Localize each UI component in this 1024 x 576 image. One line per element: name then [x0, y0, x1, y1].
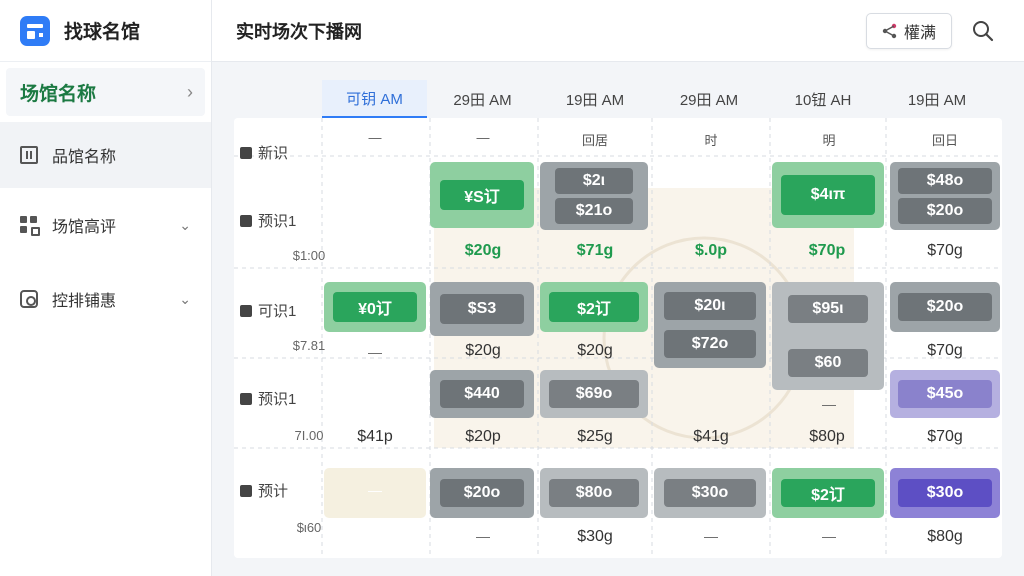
tab-time-slot-1[interactable]: 可钥 AM	[322, 80, 427, 118]
column-subhead: —	[368, 130, 382, 145]
slot-booked[interactable]: $69ο	[540, 370, 648, 418]
row-icon	[240, 484, 252, 497]
schedule-grid: 可钥 AM 29田 AM 19田 AM 29田 AM 10钮 AH 19田 AM	[234, 80, 1002, 558]
slot-booked[interactable]: $20ο	[430, 468, 534, 518]
slot-price: $70p	[808, 242, 846, 259]
empty-slot: —	[822, 528, 836, 544]
slot-price: $80g	[927, 528, 963, 545]
search-icon[interactable]	[972, 20, 994, 42]
empty-slot: —	[476, 528, 490, 544]
slot-booked[interactable]: $20ο	[890, 282, 1000, 332]
sidebar-item-venue-name[interactable]: 场馆名称 ›	[6, 68, 205, 116]
sidebar-item-label: 控排铺惠	[52, 293, 117, 310]
slot-price: $70g	[927, 242, 963, 259]
slot-price: $.0p	[694, 242, 727, 259]
slot-price: $20g	[464, 242, 502, 259]
slot-available[interactable]: $2订	[772, 468, 884, 518]
app-logo-icon	[20, 15, 50, 46]
column-subhead: 回居	[581, 133, 608, 148]
column-subhead: 明	[822, 133, 836, 148]
share-button[interactable]: 權满	[866, 13, 952, 49]
row-icon	[240, 392, 252, 405]
slot-price: $20p	[465, 428, 501, 445]
sidebar-item-label: 品馆名称	[52, 149, 117, 166]
slot-booked[interactable]: $2ι $21ο	[540, 162, 648, 230]
sidebar-item-label: 场馆高评	[52, 219, 117, 236]
slot-booked[interactable]: $48ο $20ο	[890, 162, 1000, 230]
share-button-label: 權满	[903, 25, 936, 42]
tab-time-slot-6[interactable]: 19田 AM	[880, 80, 994, 118]
row-icon	[240, 146, 252, 159]
court-board: — — 回居 时 明 回日 新识 预识1 $1:00 可识1 $7.81 预识1…	[234, 118, 1002, 558]
sidebar-item-promotions[interactable]: 控排铺惠 ⌄	[0, 262, 211, 336]
slot-booked[interactable]: $20ι $72ο	[654, 282, 766, 368]
sidebar-item-label: 场馆名称	[20, 83, 97, 105]
chevron-down-icon: ⌄	[179, 216, 191, 233]
column-headers: 可钥 AM 29田 AM 19田 AM 29田 AM 10钮 AH 19田 AM	[322, 80, 1002, 118]
chevron-down-icon: ⌄	[179, 290, 191, 307]
slot-price: $41p	[357, 428, 393, 445]
slot-price: $30g	[577, 528, 613, 545]
column-subhead: 时	[704, 133, 718, 148]
empty-slot: —	[368, 344, 382, 360]
slot-booked[interactable]: $80ο	[540, 468, 648, 518]
share-icon	[882, 23, 897, 39]
slot-price: $41g	[693, 428, 729, 445]
sidebar-item-reviews[interactable]: 场馆高评 ⌄	[0, 188, 211, 262]
top-header: 实时场次下播网 權满	[212, 0, 1024, 62]
sidebar: 找球名馆 场馆名称 › 品馆名称 场馆高评 ⌄ 控排铺惠 ⌄	[0, 0, 212, 576]
slot-price: $20g	[577, 342, 613, 359]
slot-price: $70g	[927, 342, 963, 359]
column-subhead: 回日	[931, 133, 958, 148]
slot-booked[interactable]: $440	[430, 370, 534, 418]
slot-price: $70g	[927, 428, 963, 445]
slot-price: $80p	[809, 428, 845, 445]
tab-time-slot-3[interactable]: 19田 AM	[538, 80, 652, 118]
brand[interactable]: 找球名馆	[0, 0, 211, 62]
slot-premium[interactable]: $30ο	[890, 468, 1000, 518]
slot-booked[interactable]: $30ο	[654, 468, 766, 518]
grid-icon	[20, 216, 40, 236]
sidebar-item-store[interactable]: 品馆名称	[0, 122, 211, 188]
page-title: 实时场次下播网	[236, 21, 362, 42]
slot-available[interactable]: ¥0订	[324, 282, 426, 332]
empty-slot: —	[704, 528, 718, 544]
camera-icon	[20, 290, 38, 308]
slot-available[interactable]: $2订	[540, 282, 648, 332]
slot-price: $71g	[576, 242, 614, 259]
empty-slot: —	[368, 482, 382, 498]
app-name: 找球名馆	[64, 22, 141, 43]
slot-premium[interactable]: $45ο	[890, 370, 1000, 418]
tab-time-slot-2[interactable]: 29田 AM	[427, 80, 538, 118]
tab-time-slot-4[interactable]: 29田 AM	[652, 80, 766, 118]
row-icon	[240, 214, 252, 227]
tab-time-slot-5[interactable]: 10钮 AH	[766, 80, 880, 118]
column-subhead: —	[476, 130, 490, 145]
chevron-right-icon: ›	[187, 81, 193, 102]
empty-slot: —	[822, 396, 836, 412]
slot-available[interactable]: $4ιπ	[772, 162, 884, 228]
slot-booked[interactable]: $S3	[430, 282, 534, 336]
store-icon	[20, 146, 38, 164]
slot-price: $20g	[465, 342, 501, 359]
slot-booked[interactable]: $95ι $60	[772, 282, 884, 390]
slot-price: $25g	[577, 428, 613, 445]
slot-available[interactable]: ¥S订	[430, 162, 534, 228]
row-icon	[240, 304, 252, 317]
